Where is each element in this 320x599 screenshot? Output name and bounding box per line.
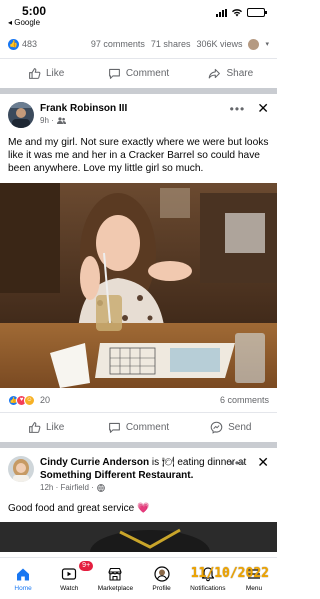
like-reaction-icon: 👍 xyxy=(8,38,19,50)
author-avatar[interactable] xyxy=(8,102,34,128)
nav-notifications-label: Notifications xyxy=(190,584,226,592)
post2-headline: Cindy Currie Anderson is 🍽 eating dinner… xyxy=(40,456,250,482)
share-icon xyxy=(209,68,221,79)
more-options-icon[interactable]: ••• xyxy=(230,102,246,116)
thumbs-up-icon xyxy=(29,68,41,79)
post-text: Me and my girl. Not sure exactly where w… xyxy=(8,137,269,174)
home-icon xyxy=(17,568,30,580)
nav-home[interactable]: Home xyxy=(0,558,46,599)
like-label: Like xyxy=(45,422,65,433)
prev-post-comments[interactable]: 97 comments xyxy=(91,39,145,49)
close-icon[interactable]: ✕ xyxy=(257,454,269,471)
nav-watch-label: Watch xyxy=(60,584,79,592)
video-icon xyxy=(62,567,77,580)
prev-post-likes[interactable]: 👍 483 xyxy=(8,38,38,50)
photo-date-stamp: 11/10/2022 xyxy=(190,566,269,581)
like-label: Like xyxy=(45,68,65,79)
prev-post-shares[interactable]: 71 shares xyxy=(151,39,191,49)
post2-subtitle: 12h · Fairfield · xyxy=(40,482,250,493)
like-button[interactable]: Like xyxy=(0,67,92,80)
battery-icon xyxy=(247,8,267,17)
friends-audience-icon xyxy=(56,117,66,124)
comment-icon xyxy=(108,422,120,433)
post-subtitle: 9h · xyxy=(40,115,127,126)
public-globe-icon xyxy=(96,483,105,492)
post2-meta: Cindy Currie Anderson is 🍽 eating dinner… xyxy=(40,456,250,493)
post2-header: Cindy Currie Anderson is 🍽 eating dinner… xyxy=(0,448,277,493)
care-reaction-icon: ☺ xyxy=(24,394,35,406)
profile-icon xyxy=(153,565,170,582)
reactions-count[interactable]: 20 xyxy=(40,395,50,405)
close-icon[interactable]: ✕ xyxy=(257,100,269,117)
comments-count[interactable]: 6 comments xyxy=(220,395,269,405)
post-photo[interactable] xyxy=(0,183,277,388)
messenger-icon xyxy=(210,421,223,434)
send-button[interactable]: Send xyxy=(185,421,277,434)
prev-post-summary: 👍 483 97 comments 71 shares 306K views ▾ xyxy=(0,30,277,58)
eating-emoji-icon: 🍽 xyxy=(161,457,175,468)
more-options-icon[interactable]: ••• xyxy=(230,456,246,470)
post2-time[interactable]: 12h · Fairfield · xyxy=(40,482,94,493)
post-reactions-line: 👍 ♥ ☺ 20 6 comments xyxy=(0,388,277,412)
share-label: Share xyxy=(226,68,254,79)
post-time[interactable]: 9h · xyxy=(40,115,54,126)
marketplace-icon xyxy=(108,567,122,581)
post-header-buttons: ••• ✕ xyxy=(230,100,269,117)
post2-text: Good food and great service 💗 xyxy=(0,493,277,514)
nav-menu-label: Menu xyxy=(245,584,263,592)
send-label: Send xyxy=(228,422,252,433)
comment-button[interactable]: Comment xyxy=(92,67,184,80)
nav-marketplace[interactable]: Marketplace xyxy=(92,558,138,599)
status-icons xyxy=(216,8,267,17)
thumbs-up-icon xyxy=(29,422,41,433)
status-bar: 5:00 xyxy=(0,0,277,30)
post2-status-pre: is xyxy=(151,457,160,468)
prev-post-likes-count: 483 xyxy=(22,39,38,49)
reaction-icons[interactable]: 👍 ♥ ☺ xyxy=(8,394,35,406)
like-button[interactable]: Like xyxy=(0,421,92,434)
comment-icon xyxy=(108,68,120,79)
nav-profile-label: Profile xyxy=(152,584,171,592)
nav-marketplace-label: Marketplace xyxy=(97,584,134,592)
chevron-down-icon[interactable]: ▾ xyxy=(265,40,269,48)
post2-header-buttons: ••• ✕ xyxy=(230,454,269,471)
nav-profile[interactable]: Profile xyxy=(139,558,185,599)
comment-label: Comment xyxy=(125,422,170,433)
nav-home-label: Home xyxy=(14,584,32,592)
nav-watch[interactable]: 9+ Watch xyxy=(46,558,94,599)
cellular-signal-icon xyxy=(216,8,227,17)
prev-post-views: 306K views xyxy=(196,39,243,49)
prev-post-actions: Like Comment Share xyxy=(0,58,277,88)
heart-emoji-icon: 💗 xyxy=(136,503,150,514)
wifi-icon xyxy=(232,9,242,17)
post2-place-link[interactable]: Something Different Restaurant. xyxy=(40,470,193,481)
post-author-name[interactable]: Frank Robinson III xyxy=(40,102,127,115)
post2-author-name[interactable]: Cindy Currie Anderson xyxy=(40,457,149,468)
comment-label: Comment xyxy=(125,68,170,79)
post-meta: Frank Robinson III 9h · xyxy=(40,102,127,128)
post-actions: Like Comment Send xyxy=(0,412,277,442)
post2-author-avatar[interactable] xyxy=(8,456,34,482)
post2-photo-peek[interactable] xyxy=(0,522,277,552)
post-header: Frank Robinson III 9h · ••• ✕ xyxy=(0,94,277,128)
status-time: 5:00 xyxy=(22,4,47,18)
back-to-google-link[interactable]: ◂ Google xyxy=(8,18,40,27)
reaction-avatar[interactable] xyxy=(248,38,260,50)
comment-button[interactable]: Comment xyxy=(92,421,184,434)
watch-badge: 9+ xyxy=(79,561,94,571)
share-button[interactable]: Share xyxy=(185,67,277,80)
post2-text-body: Good food and great service xyxy=(8,503,135,514)
